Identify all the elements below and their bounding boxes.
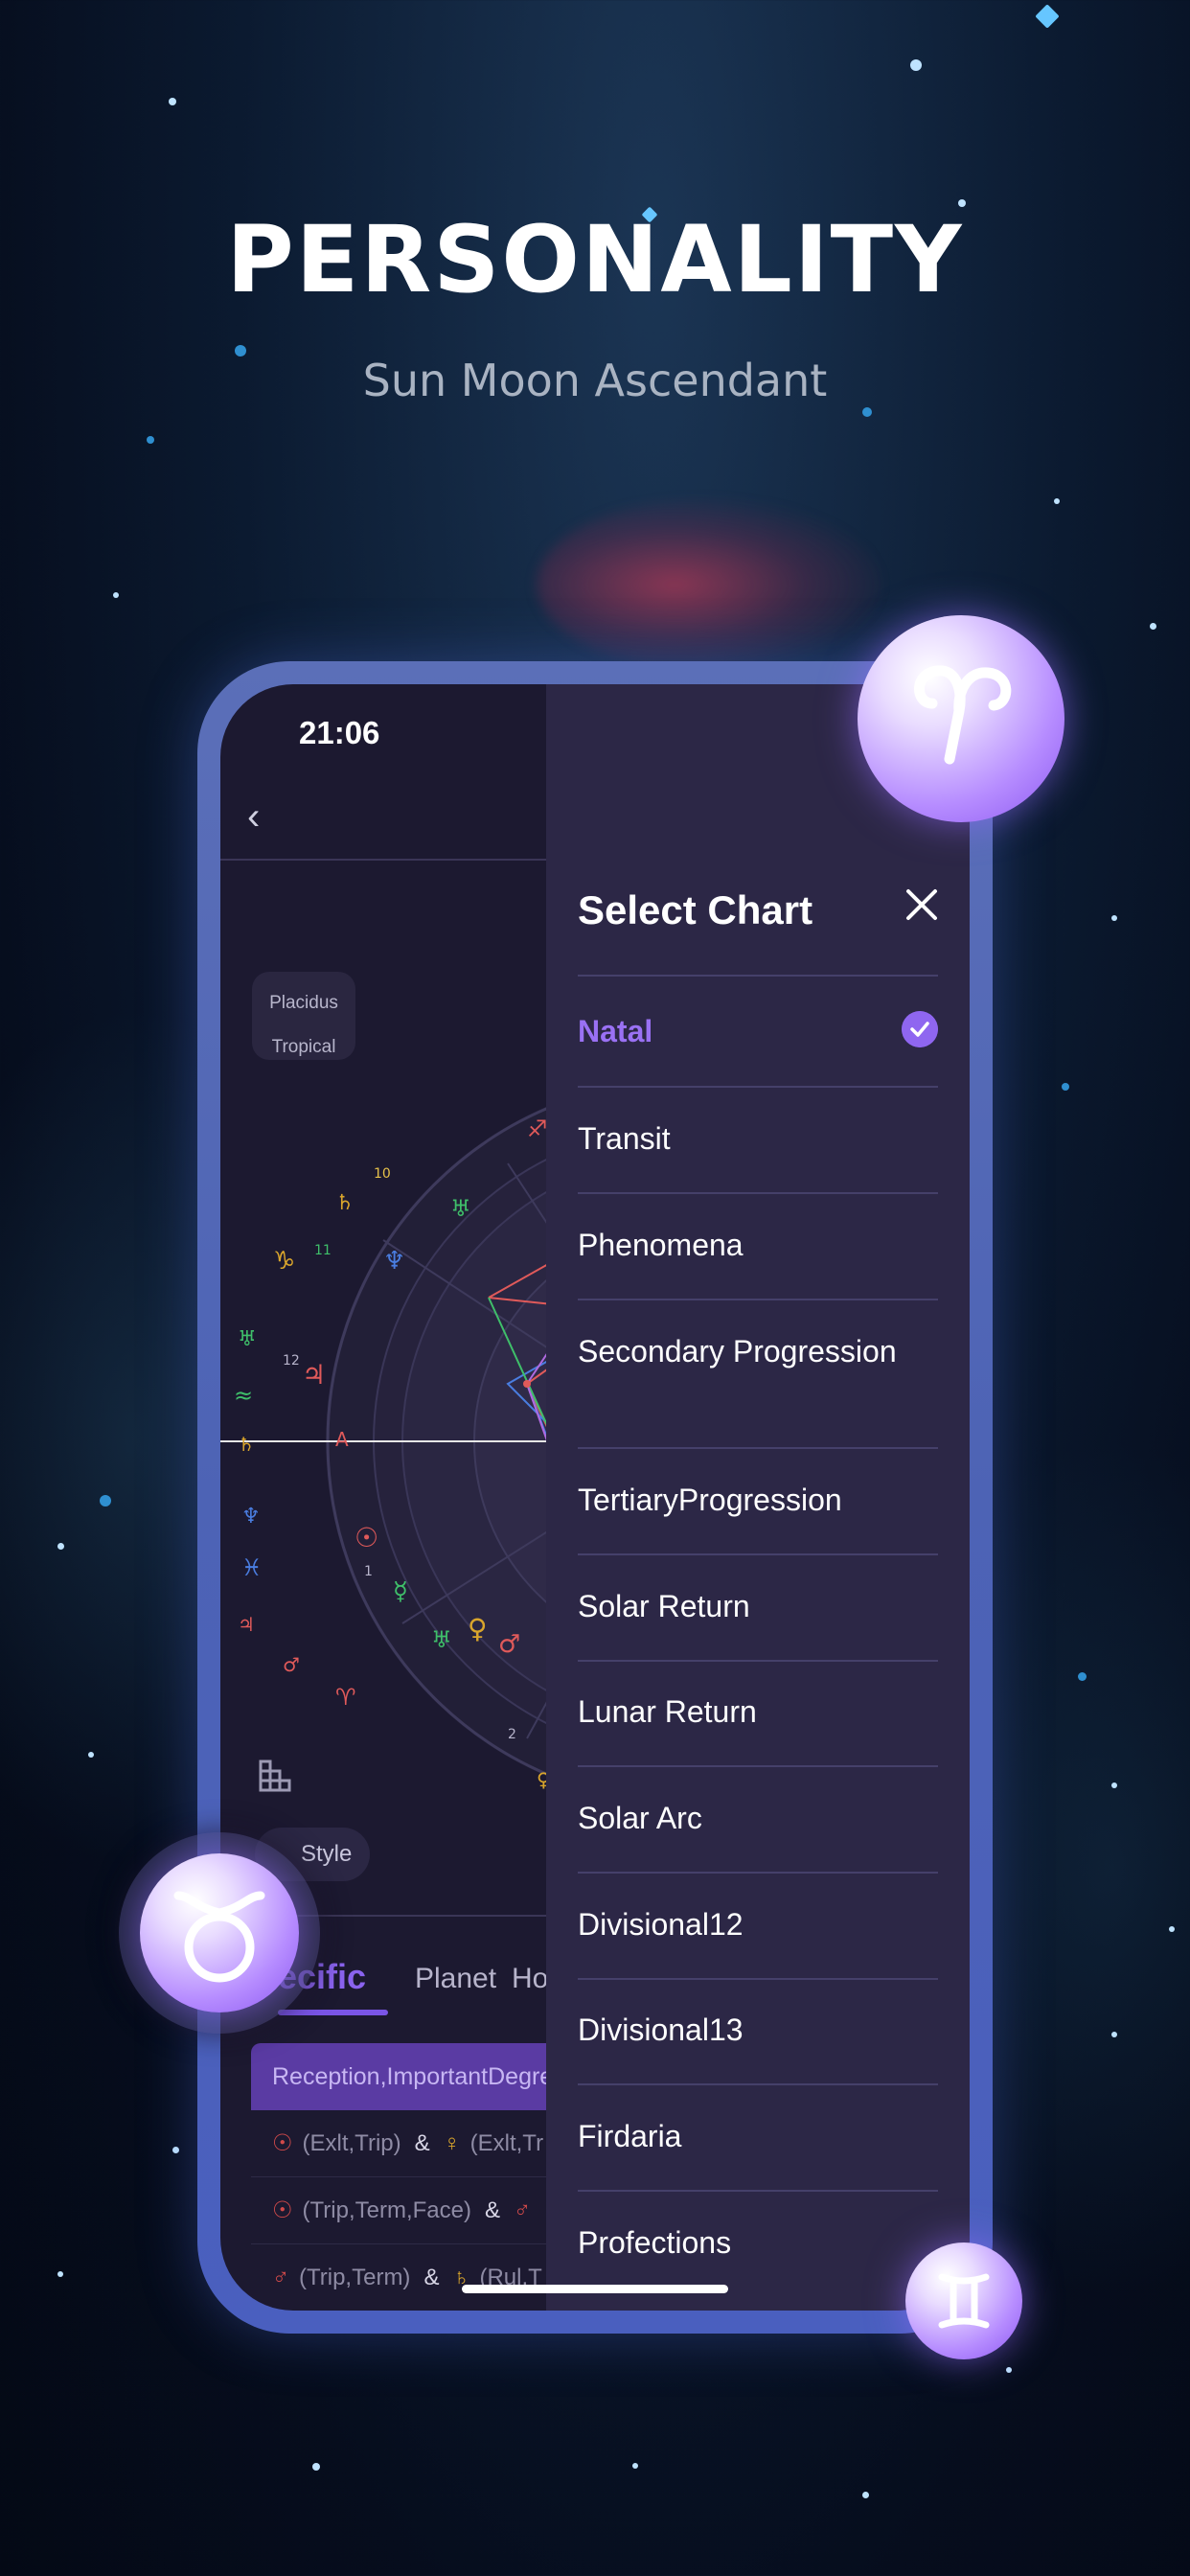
headline-subtitle: Sun Moon Ascendant (362, 355, 828, 406)
aries-badge (858, 615, 1064, 822)
svg-text:♆: ♆ (383, 1247, 405, 1276)
chart-option-firdaria[interactable]: Firdaria (578, 2115, 938, 2157)
style-button-label: Style (301, 1841, 353, 1867)
chart-option-solar-arc[interactable]: Solar Arc (578, 1797, 938, 1839)
chart-option-transit[interactable]: Transit (578, 1117, 938, 1160)
taurus-badge (140, 1853, 299, 2012)
chart-option-solar-return[interactable]: Solar Return (578, 1585, 938, 1627)
select-chart-panel: Select Chart Natal Transit Phenomena Sec… (546, 684, 970, 2311)
table-row: ☉ (Trip,Term,Face) & ♂ (251, 2177, 558, 2244)
chart-option-natal[interactable]: Natal (578, 1010, 938, 1052)
svg-text:♄: ♄ (335, 1191, 355, 1215)
chart-option-lunar-return[interactable]: Lunar Return (578, 1690, 938, 1733)
table-header: Reception,ImportantDegre (251, 2043, 558, 2110)
svg-text:♃: ♃ (302, 1359, 326, 1391)
table-row: ☉ (Exlt,Trip) & ♀ (Exlt,Tr (251, 2110, 558, 2177)
svg-text:♃: ♃ (238, 1613, 255, 1636)
status-time: 21:06 (299, 715, 380, 750)
close-icon[interactable] (903, 886, 941, 924)
svg-text:♆: ♆ (241, 1505, 261, 1529)
chart-option-divisional13[interactable]: Divisional13 (578, 2009, 938, 2051)
chart-option-phenomena[interactable]: Phenomena (578, 1224, 938, 1266)
svg-text:♄: ♄ (238, 1433, 255, 1456)
svg-text:♂: ♂ (283, 1653, 300, 1676)
gemini-badge (905, 2242, 1022, 2359)
taurus-icon (173, 1891, 265, 1983)
back-chevron-icon[interactable]: ‹ (247, 795, 260, 839)
tab-house[interactable]: Ho (512, 1963, 548, 1995)
aries-icon (914, 665, 1012, 765)
check-icon (902, 1011, 938, 1047)
svg-text:≈: ≈ (234, 1382, 253, 1409)
svg-text:♀: ♀ (468, 1613, 488, 1644)
zodiac-label: Tropical (271, 1037, 336, 1057)
svg-text:♅: ♅ (238, 1327, 257, 1351)
svg-text:♑: ♑ (273, 1247, 295, 1276)
svg-text:2: 2 (508, 1727, 516, 1742)
chart-option-divisional12[interactable]: Divisional12 (578, 1903, 938, 1945)
tab-planet[interactable]: Planet (415, 1963, 496, 1995)
phone-screen: 21:06 ‹ Placidus Tropical ♑ ♄ 10 11 12 ♅… (220, 684, 970, 2311)
svg-text:♈: ♈ (335, 1684, 356, 1711)
svg-text:11: 11 (314, 1243, 332, 1258)
chart-option-secondary-progression[interactable]: Secondary Progression (578, 1330, 938, 1372)
svg-text:1: 1 (364, 1564, 373, 1579)
nebula (537, 498, 881, 671)
svg-text:♐: ♐ (527, 1116, 548, 1142)
house-grid-icon[interactable] (259, 1760, 295, 1792)
svg-text:♂: ♂ (498, 1630, 520, 1659)
svg-text:☿: ☿ (393, 1577, 408, 1606)
svg-text:♓: ♓ (241, 1554, 263, 1581)
chart-option-profections[interactable]: Profections (578, 2221, 938, 2264)
headline-title: PERSONALITY (226, 206, 964, 313)
table-row: ♂ (Trip,Term) & ♄ (Rul,T (251, 2244, 558, 2311)
header-divider (220, 859, 546, 861)
svg-text:☉: ☉ (355, 1522, 378, 1553)
gemini-icon (938, 2273, 990, 2329)
svg-text:♅: ♅ (431, 1626, 452, 1653)
house-system-label: Placidus (269, 993, 338, 1013)
svg-text:10: 10 (374, 1166, 391, 1182)
svg-text:♅: ♅ (450, 1195, 471, 1222)
svg-text:A: A (335, 1428, 349, 1451)
svg-text:12: 12 (283, 1353, 300, 1368)
chart-option-tertiary-progression[interactable]: TertiaryProgression (578, 1479, 938, 1521)
home-indicator[interactable] (462, 2285, 728, 2293)
chart-settings-chip[interactable]: Placidus Tropical (252, 972, 355, 1060)
panel-title: Select Chart (578, 887, 813, 932)
